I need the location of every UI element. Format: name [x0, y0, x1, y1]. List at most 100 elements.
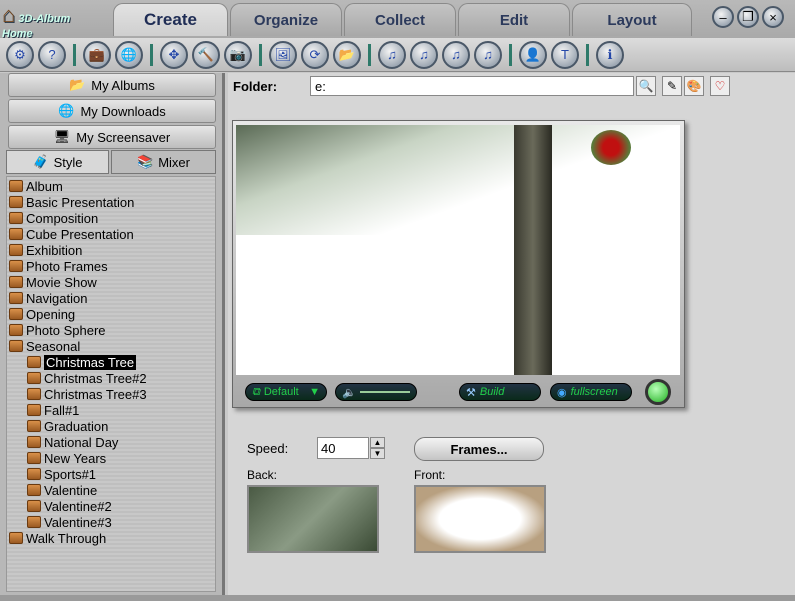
tree-item[interactable]: Christmas Tree#3	[27, 386, 147, 402]
music-disc-icon: ♫	[451, 47, 461, 62]
style-folder-icon	[27, 484, 41, 496]
music-button[interactable]: ♫	[378, 40, 406, 69]
toolbar-separator	[509, 43, 512, 66]
frames-button[interactable]: Frames...	[414, 437, 544, 461]
tree-item[interactable]: Sports#1	[27, 466, 96, 482]
tree-item[interactable]: Christmas Tree#2	[27, 370, 147, 386]
tab-layout[interactable]: Layout	[572, 3, 692, 36]
move-button[interactable]: ✥	[160, 40, 188, 69]
settings-button[interactable]: ⚙	[6, 40, 34, 69]
palette-button[interactable]: 🎨	[684, 76, 704, 96]
style-folder-icon	[9, 324, 23, 336]
tree-item-label: Opening	[26, 306, 76, 322]
text-button[interactable]: T	[551, 40, 579, 69]
tree-item[interactable]: New Years	[27, 450, 106, 466]
tree-item[interactable]: Photo Frames	[9, 258, 108, 274]
style-folder-icon	[9, 244, 23, 256]
hammer-button[interactable]: 🔨	[192, 40, 220, 69]
favorite-button[interactable]: ♡	[710, 76, 730, 96]
decrement-button[interactable]: ▼	[370, 448, 385, 459]
home-logo-button[interactable]: ⌂ 3D-Album Home	[2, 2, 92, 40]
browse-folder-button[interactable]: 🔍	[636, 76, 656, 96]
edit-button[interactable]: ✎	[662, 76, 682, 96]
music-add-button[interactable]: ♫	[410, 40, 438, 69]
folder-icon: 📂	[338, 46, 356, 62]
tree-item[interactable]: Cube Presentation	[9, 226, 134, 242]
play-button[interactable]	[645, 379, 671, 405]
preview-image[interactable]	[236, 125, 680, 375]
tab-mixer[interactable]: 📚 Mixer	[111, 150, 216, 174]
speed-input[interactable]	[317, 437, 369, 459]
briefcase-button[interactable]: 💼	[83, 40, 111, 69]
globe-button[interactable]: 🌐	[115, 40, 143, 69]
tree-item-label: Valentine#2	[44, 498, 112, 514]
speed-spinner[interactable]: ▲ ▼	[370, 437, 385, 459]
monitor-icon: 🖥	[53, 129, 71, 144]
tree-item-label: Christmas Tree	[44, 354, 137, 370]
front-label: Front:	[414, 468, 446, 482]
restore-button[interactable]: ❐	[737, 6, 759, 28]
tree-item[interactable]: Seasonal	[9, 338, 80, 354]
volume-slider[interactable]: 🔈	[335, 383, 417, 401]
tab-style[interactable]: 🧳 Style	[6, 150, 109, 174]
tree-item[interactable]: Graduation	[27, 418, 108, 434]
toolbar-separator	[73, 43, 76, 66]
folder-input[interactable]	[310, 76, 634, 96]
style-folder-icon	[27, 420, 41, 432]
tree-item[interactable]: Exhibition	[9, 242, 82, 258]
top-bar: ⌂ 3D-Album Home Create Organize Collect …	[0, 0, 795, 40]
minimize-button[interactable]: –	[712, 6, 734, 28]
album-icon: 📂	[69, 77, 86, 92]
tree-item[interactable]: Album	[9, 178, 63, 194]
style-folder-icon	[27, 500, 41, 512]
tree-item[interactable]: Composition	[9, 210, 98, 226]
tree-item[interactable]: Fall#1	[27, 402, 79, 418]
camera-button[interactable]: 📷	[224, 40, 252, 69]
tree-item[interactable]: Valentine#3	[27, 514, 112, 530]
my-screensaver-button[interactable]: 🖥 My Screensaver	[8, 125, 216, 149]
help-icon: ?	[48, 47, 56, 62]
info-button[interactable]: ℹ	[596, 40, 624, 69]
tree-item[interactable]: Photo Sphere	[9, 322, 106, 338]
tree-item[interactable]: Valentine	[27, 482, 97, 498]
style-icon: 🧳	[32, 154, 49, 169]
tree-item[interactable]: Christmas Tree	[27, 354, 137, 370]
tree-item[interactable]: Walk Through	[9, 530, 106, 546]
style-tree: Album Basic Presentation Composition Cube P…	[6, 176, 216, 592]
speed-label: Speed:	[247, 441, 289, 456]
photos-button[interactable]: 🖼	[269, 40, 297, 69]
increment-button[interactable]: ▲	[370, 437, 385, 448]
folder-button[interactable]: 📂	[333, 40, 361, 69]
style-folder-icon	[27, 372, 41, 384]
music-disc-button[interactable]: ♫	[442, 40, 470, 69]
back-thumbnail[interactable]	[247, 485, 379, 553]
close-button[interactable]: ×	[762, 6, 784, 28]
tab-organize[interactable]: Organize	[230, 3, 342, 36]
music-remove-icon: ♫	[483, 47, 493, 62]
tree-item-label: Graduation	[44, 418, 109, 434]
tree-item[interactable]: National Day	[27, 434, 118, 450]
my-albums-button[interactable]: 📂 My Albums	[8, 73, 216, 97]
refresh-button[interactable]: ⟳	[301, 40, 329, 69]
front-thumbnail[interactable]	[414, 485, 546, 553]
music-remove-button[interactable]: ♫	[474, 40, 502, 69]
my-downloads-label: My Downloads	[80, 103, 166, 119]
tab-edit[interactable]: Edit	[458, 3, 570, 36]
tree-item[interactable]: Navigation	[9, 290, 87, 306]
layout-select[interactable]: ⧉ Default ▼	[245, 383, 327, 401]
tab-collect[interactable]: Collect	[344, 3, 456, 36]
tree-item[interactable]: Movie Show	[9, 274, 97, 290]
user-button[interactable]: 👤	[519, 40, 547, 69]
tree-item[interactable]: Valentine#2	[27, 498, 112, 514]
tree-item[interactable]: Basic Presentation	[9, 194, 134, 210]
my-downloads-button[interactable]: 🌐 My Downloads	[8, 99, 216, 123]
tree-item-label: Navigation	[26, 290, 88, 306]
fullscreen-button[interactable]: ◉ fullscreen	[550, 383, 632, 401]
tree-item[interactable]: Opening	[9, 306, 75, 322]
build-button[interactable]: ⚒ Build	[459, 383, 541, 401]
help-button[interactable]: ?	[38, 40, 66, 69]
tab-create[interactable]: Create	[113, 3, 228, 36]
tree-item-label: Christmas Tree#3	[44, 386, 147, 402]
pencil-icon: ✎	[666, 79, 678, 93]
settings-icon: ⚙	[14, 46, 26, 62]
